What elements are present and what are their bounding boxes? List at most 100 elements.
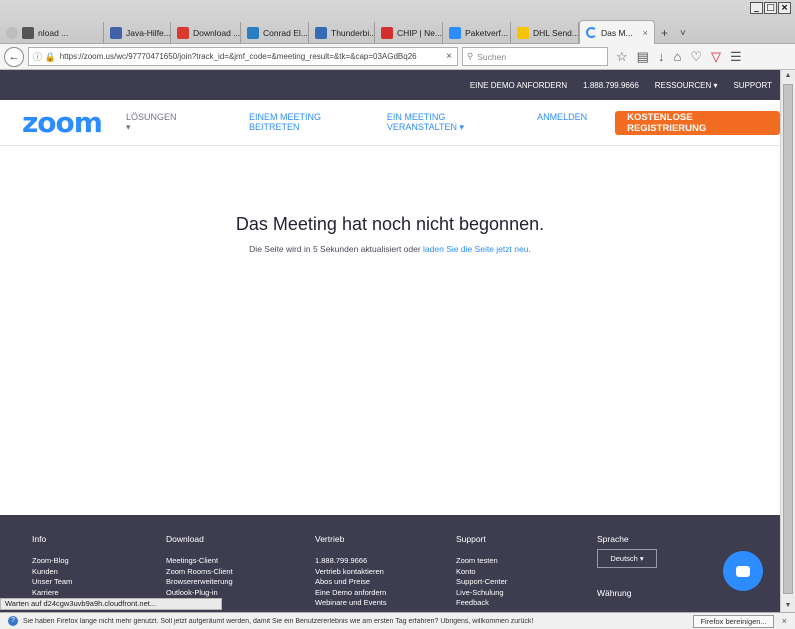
footer-col-download: Download Meetings-Client Zoom Rooms-Clie…	[166, 515, 233, 598]
refresh-message-suffix: .	[528, 244, 531, 254]
menu-icon[interactable]: ☰	[730, 49, 742, 65]
zoom-header: zoom LÖSUNGEN ▾ EINEM MEETING BEITRETEN …	[0, 100, 781, 146]
page-scrollbar[interactable]: ▲ ▼	[780, 70, 795, 612]
notification-bar: ? Sie haben Firefox lange nicht mehr gen…	[0, 612, 795, 629]
header-links: EINEM MEETING BEITRETEN EIN MEETING VERA…	[249, 112, 587, 133]
sign-in-link[interactable]: ANMELDEN	[537, 112, 587, 133]
scroll-thumb[interactable]	[783, 84, 793, 594]
tab-favicon-icon	[6, 27, 18, 39]
chat-button[interactable]	[723, 551, 763, 591]
tab-active[interactable]: Das M... ×	[579, 20, 655, 44]
footer-link[interactable]: Browsererweiterung	[166, 577, 233, 588]
maximize-button[interactable]: □	[764, 2, 777, 14]
footer-link[interactable]: Unser Team	[32, 577, 72, 588]
signup-button[interactable]: KOSTENLOSE REGISTRIERUNG	[615, 110, 781, 135]
toolbar-icons: ☆ ▤ ↓ ⌂ ♡ ▽ ☰	[616, 49, 742, 65]
search-input[interactable]: ⚲ Suchen	[462, 47, 608, 66]
support-link[interactable]: SUPPORT	[733, 81, 772, 90]
footer-link[interactable]: 1.888.799.9666	[315, 556, 387, 567]
tab-favicon-icon	[381, 27, 393, 39]
tab-favicon-icon	[315, 27, 327, 39]
tab-favicon-icon	[110, 27, 122, 39]
tab-close-icon[interactable]: ×	[643, 28, 648, 38]
footer-link[interactable]: Feedback	[456, 598, 507, 609]
tab-label: Download ...	[193, 28, 241, 38]
refresh-message-prefix: Die Seite wird in 5 Sekunden aktualisier…	[249, 244, 424, 254]
chat-bubble-icon	[736, 565, 750, 577]
tab-list-button[interactable]: ˅	[674, 22, 692, 44]
footer-link[interactable]: Meetings-Client	[166, 556, 233, 567]
minimize-button[interactable]: _	[750, 2, 763, 14]
firefox-refresh-button[interactable]: Firefox bereinigen...	[693, 614, 774, 628]
tab-7[interactable]: Paketverf...	[443, 22, 511, 44]
tab-6[interactable]: CHIP | Ne...	[375, 22, 443, 44]
footer-col-info: Info Zoom-Blog Kunden Unser Team Karrier…	[32, 515, 72, 598]
star-icon[interactable]: ☆	[616, 49, 628, 65]
zoom-logo[interactable]: zoom	[22, 108, 103, 137]
notification-close-icon[interactable]: ×	[782, 616, 787, 626]
footer-link[interactable]: Webinare und Events	[315, 598, 387, 609]
tab-label: Conrad El...	[263, 28, 308, 38]
bookmarks-icon[interactable]: ▤	[637, 49, 649, 65]
pocket-icon[interactable]: ♡	[690, 49, 702, 65]
extension-icon[interactable]: ▽	[711, 49, 721, 65]
zoom-utility-bar: EINE DEMO ANFORDERN 1.888.799.9666 RESSO…	[0, 70, 780, 100]
language-select[interactable]: Deutsch ▾	[597, 549, 657, 568]
lock-icon: ⓘ 🔒	[33, 52, 56, 62]
tab-2[interactable]: Java-Hilfe...	[104, 22, 171, 44]
search-icon: ⚲	[467, 51, 474, 61]
footer-link[interactable]: Live-Schulung	[456, 588, 507, 599]
footer-link[interactable]: Abos und Preise	[315, 577, 387, 588]
demo-link[interactable]: EINE DEMO ANFORDERN	[470, 81, 567, 90]
footer-link[interactable]: Kunden	[32, 567, 72, 578]
tab-8[interactable]: DHL Send...	[511, 22, 579, 44]
host-meeting-menu[interactable]: EIN MEETING VERANSTALTEN ▾	[387, 112, 517, 133]
footer-link[interactable]: Karriere	[32, 588, 72, 599]
footer-link[interactable]: Zoom Rooms-Client	[166, 567, 233, 578]
footer-link[interactable]: Vertrieb kontaktieren	[315, 567, 387, 578]
join-meeting-link[interactable]: EINEM MEETING BEITRETEN	[249, 112, 367, 133]
tab-5[interactable]: Thunderbi...	[309, 22, 375, 44]
footer-link[interactable]: Zoom testen	[456, 556, 507, 567]
notification-text: Sie haben Firefox lange nicht mehr genut…	[23, 617, 534, 625]
page-title: Das Meeting hat noch nicht begonnen.	[235, 214, 545, 234]
close-window-button[interactable]: ×	[778, 2, 791, 14]
footer-link[interactable]: Support-Center	[456, 577, 507, 588]
refresh-message: Die Seite wird in 5 Sekunden aktualisier…	[0, 244, 780, 254]
phone-link[interactable]: 1.888.799.9666	[583, 81, 639, 90]
clear-url-icon[interactable]: ×	[441, 51, 457, 62]
currency-heading: Währung	[597, 588, 632, 598]
tab-label: CHIP | Ne...	[397, 28, 443, 38]
main-content: Das Meeting hat noch nicht begonnen. Die…	[0, 146, 780, 515]
footer-heading: Sprache	[597, 534, 629, 544]
question-icon: ?	[8, 616, 18, 626]
new-tab-button[interactable]: +	[655, 22, 674, 44]
window-controls: _ □ ×	[750, 2, 791, 14]
tab-favicon-icon	[22, 27, 34, 39]
reload-link[interactable]: laden Sie die Seite jetzt neu	[423, 244, 528, 254]
footer-link[interactable]: Outlook-Plug-in	[166, 588, 233, 599]
scroll-up-icon[interactable]: ▲	[781, 70, 795, 82]
footer-heading: Info	[32, 534, 47, 544]
tab-1[interactable]: nload ...	[0, 22, 104, 44]
back-arrow-icon[interactable]: ←	[4, 46, 24, 67]
solutions-menu[interactable]: LÖSUNGEN ▾	[126, 112, 181, 133]
tab-4[interactable]: Conrad El...	[241, 22, 309, 44]
tab-favicon-icon	[177, 27, 189, 39]
footer-link[interactable]: Konto	[456, 567, 507, 578]
footer-link[interactable]: Eine Demo anfordern	[315, 588, 387, 599]
url-bar[interactable]: ⓘ 🔒 https://zoom.us/wc/97770471650/join?…	[28, 47, 458, 66]
resources-menu[interactable]: RESSOURCEN ▾	[655, 81, 718, 90]
scroll-down-icon[interactable]: ▼	[781, 600, 795, 612]
tab-3[interactable]: Download ...	[171, 22, 241, 44]
url-text: https://zoom.us/wc/97770471650/join?trac…	[59, 52, 417, 61]
footer-link[interactable]: Zoom-Blog	[32, 556, 72, 567]
tab-label: Thunderbi...	[331, 28, 375, 38]
tab-favicon-icon	[517, 27, 529, 39]
footer-col-sales: Vertrieb 1.888.799.9666 Vertrieb kontakt…	[315, 515, 387, 609]
footer-col-language: Sprache Deutsch ▾ Währung	[597, 515, 657, 598]
download-icon[interactable]: ↓	[658, 49, 665, 64]
browser-window: _ □ × nload ... Java-Hilfe... Download .…	[0, 0, 795, 629]
home-icon[interactable]: ⌂	[673, 49, 681, 64]
tab-label: nload ...	[38, 28, 69, 38]
